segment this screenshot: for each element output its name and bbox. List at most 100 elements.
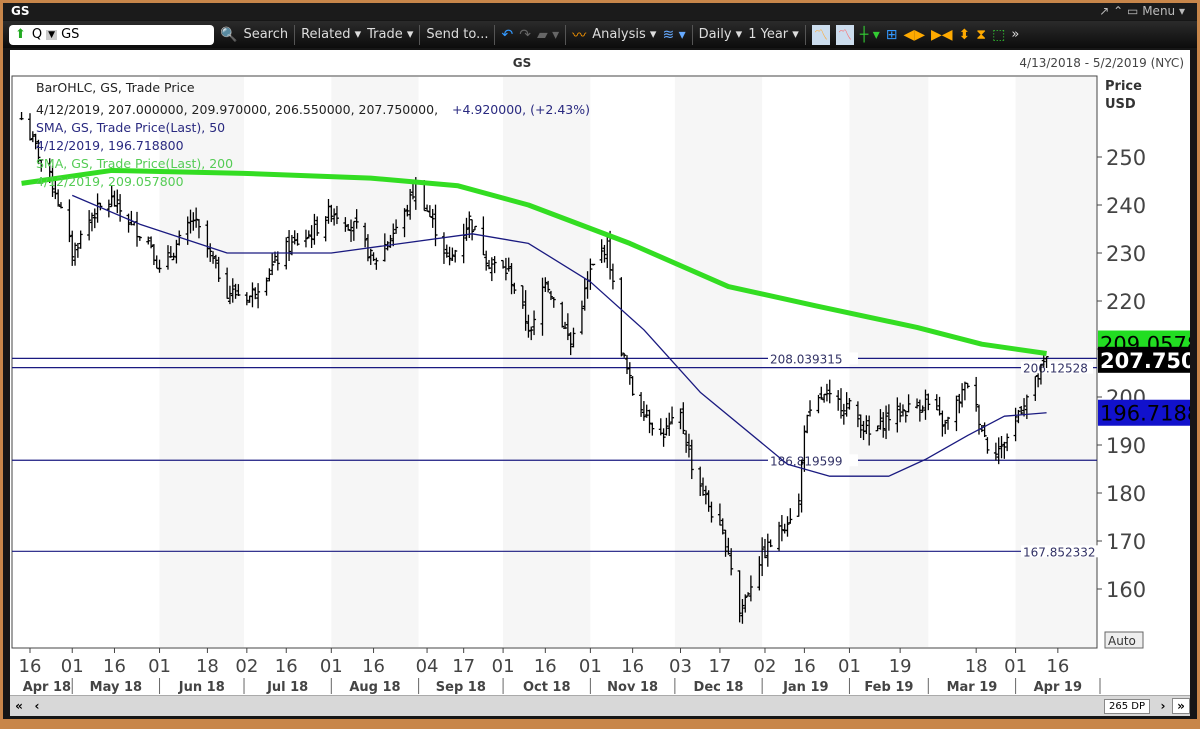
scroll-next-button[interactable]: › <box>1154 699 1172 713</box>
month-band <box>849 77 929 647</box>
x-day-label: 04 <box>416 656 439 677</box>
month-band <box>674 77 763 647</box>
x-month-label: Mar 19 <box>947 680 998 695</box>
chart-line-icon[interactable]: 〽 <box>811 24 830 45</box>
folder-icon[interactable]: ▰ ▾ <box>537 27 559 43</box>
select-icon[interactable]: ⬚ <box>992 27 1005 43</box>
x-month-label: Oct 18 <box>523 680 571 695</box>
x-day-label: 01 <box>579 656 602 677</box>
price-chart[interactable]: PriceUSD16017018019020021022023024025020… <box>10 50 1190 695</box>
expand-vertical-icon[interactable]: ⬍ <box>959 27 971 43</box>
expand-horizontal-icon[interactable]: ◀▶ <box>903 27 925 43</box>
y-tick-label: 190 <box>1106 434 1146 458</box>
x-day-label: 19 <box>889 656 912 677</box>
x-month-label: May 18 <box>90 680 142 695</box>
search-button[interactable]: Search <box>243 27 288 42</box>
x-month-label: Aug 18 <box>349 680 400 695</box>
symbol-value[interactable]: GS <box>61 27 79 42</box>
x-day-label: 02 <box>754 656 777 677</box>
chart-panel[interactable]: GS 4/13/2018 - 5/2/2019 (NYC) Price USD 16… <box>10 50 1190 695</box>
send-to-button[interactable]: Send to... <box>426 27 488 42</box>
y-axis-title: Price <box>1105 79 1142 94</box>
sma50-badge: 196.7188 <box>1100 402 1190 426</box>
x-day-label: 18 <box>965 656 988 677</box>
legend-text: SMA, GS, Trade Price(Last), 200 <box>36 156 233 171</box>
compress-horizontal-icon[interactable]: ▶◀ <box>931 27 953 43</box>
scroll-first-button[interactable]: « <box>10 699 28 713</box>
x-day-label: 16 <box>362 656 385 677</box>
zoom-box-icon[interactable]: ⊞ <box>886 27 898 43</box>
search-icon[interactable]: 🔍 <box>220 27 237 43</box>
y-tick-label: 180 <box>1106 482 1146 506</box>
collapse-icon[interactable]: ⌃ <box>1113 4 1123 18</box>
y-axis-unit: USD <box>1105 97 1136 112</box>
auto-button-label[interactable]: Auto <box>1108 634 1136 648</box>
x-day-label: 01 <box>148 656 171 677</box>
legend-text: SMA, GS, Trade Price(Last), 50 <box>36 120 225 135</box>
y-tick-label: 250 <box>1106 146 1146 170</box>
x-day-label: 02 <box>235 656 258 677</box>
x-day-label: 18 <box>196 656 219 677</box>
y-tick-label: 160 <box>1106 578 1146 602</box>
trade-menu[interactable]: Trade ▾ <box>367 27 413 42</box>
scroll-last-button[interactable]: » <box>1172 698 1190 714</box>
y-tick-label: 240 <box>1106 194 1146 218</box>
window-titlebar: GS ↗ ⌃ ▭ Menu ▾ <box>3 3 1197 20</box>
scroll-prev-button[interactable]: ‹ <box>28 699 46 713</box>
compress-vertical-icon[interactable]: ⧗ <box>976 27 986 43</box>
x-month-label: Apr 18 <box>23 680 71 695</box>
x-month-label: Jul 18 <box>266 680 308 695</box>
last-price-badge: 207.750 <box>1100 349 1190 373</box>
x-day-label: 17 <box>708 656 731 677</box>
menu-button[interactable]: Menu ▾ <box>1142 4 1185 18</box>
more-button[interactable]: » <box>1011 27 1019 42</box>
chart-compare-icon[interactable]: 〽 <box>835 24 854 45</box>
data-points-count[interactable]: 265 DP <box>1104 698 1150 714</box>
legend-text: 4/12/2019, 196.718800 <box>36 138 184 153</box>
x-day-label: 17 <box>452 656 475 677</box>
related-menu[interactable]: Related ▾ <box>301 27 361 42</box>
x-day-label: 16 <box>275 656 298 677</box>
window-title: GS <box>11 4 30 18</box>
x-month-label: Feb 19 <box>864 680 913 695</box>
redo-icon[interactable]: ↷ <box>519 27 531 43</box>
x-day-label: 01 <box>1004 656 1027 677</box>
popout-icon[interactable]: ↗ <box>1099 4 1109 18</box>
dropdown-icon[interactable]: ▼ <box>46 29 58 40</box>
x-month-label: Dec 18 <box>694 680 744 695</box>
period-menu[interactable]: 1 Year ▾ <box>748 27 799 42</box>
month-band <box>331 77 419 647</box>
interval-menu[interactable]: Daily ▾ <box>699 27 743 42</box>
x-month-label: Sep 18 <box>436 680 486 695</box>
waves-icon[interactable]: ≋ ▾ <box>662 27 685 43</box>
x-day-label: 16 <box>103 656 126 677</box>
hline-label: 206.12528 <box>1023 362 1088 376</box>
x-month-label: Jun 18 <box>178 680 225 695</box>
x-day-label: 16 <box>534 656 557 677</box>
x-month-label: Jan 19 <box>782 680 828 695</box>
legend-change: +4.920000, (+2.43%) <box>452 102 590 117</box>
x-month-label: Apr 19 <box>1034 680 1082 695</box>
time-scrollbar[interactable]: « ‹ 265 DP › » <box>10 695 1190 716</box>
crosshair-icon[interactable]: ┼ ▾ <box>860 27 880 43</box>
up-arrow-icon: ⬆ <box>15 27 26 42</box>
undo-icon[interactable]: ↶ <box>501 27 513 43</box>
symbol-type[interactable]: Q <box>32 27 42 42</box>
symbol-input[interactable]: ⬆ Q ▼ GS <box>9 24 214 45</box>
maximize-icon[interactable]: ▭ <box>1127 4 1138 18</box>
x-day-label: 16 <box>19 656 42 677</box>
y-tick-label: 220 <box>1106 290 1146 314</box>
legend-text: 4/12/2019, 209.057800 <box>36 174 184 189</box>
y-tick-label: 170 <box>1106 530 1146 554</box>
month-band <box>503 77 591 647</box>
hline-label: 186.819599 <box>770 454 843 468</box>
analysis-menu[interactable]: Analysis ▾ <box>592 27 656 42</box>
x-day-label: 16 <box>793 656 816 677</box>
x-month-label: Nov 18 <box>607 680 658 695</box>
x-day-label: 16 <box>621 656 644 677</box>
legend-ohlc-values: 4/12/2019, 207.000000, 209.970000, 206.5… <box>36 102 438 117</box>
x-day-label: 01 <box>492 656 515 677</box>
window-controls[interactable]: ↗ ⌃ ▭ Menu ▾ <box>1099 4 1185 18</box>
x-day-label: 01 <box>320 656 343 677</box>
x-day-label: 03 <box>669 656 692 677</box>
